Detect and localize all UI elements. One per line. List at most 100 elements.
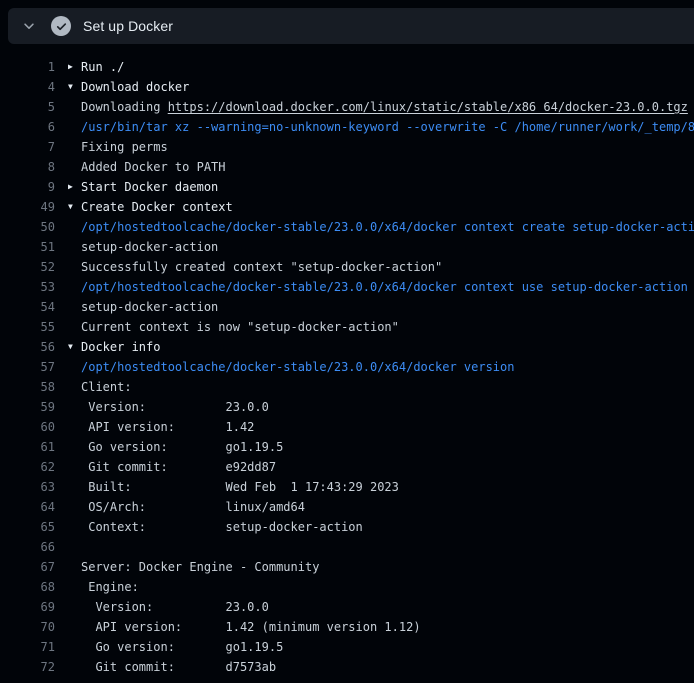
line-text: API version: 1.42 xyxy=(81,420,254,434)
group-arrow-icon: ▶ xyxy=(68,57,81,77)
line-number[interactable]: 66 xyxy=(0,540,55,554)
log-link[interactable]: https://download.docker.com/linux/static… xyxy=(168,100,688,114)
line-number[interactable]: 4 xyxy=(0,80,55,94)
line-text: Version: 23.0.0 xyxy=(81,600,269,614)
line-text: Server: Docker Engine - Community xyxy=(81,560,319,574)
line-body: Version: 23.0.0 xyxy=(68,600,269,614)
line-text: Create Docker context xyxy=(81,200,233,214)
log-line: 51 setup-docker-action xyxy=(0,237,694,257)
log-line: 4 ▼ Download docker xyxy=(0,77,694,97)
group-arrow-icon: ▼ xyxy=(68,337,81,357)
line-number[interactable]: 51 xyxy=(0,240,55,254)
line-body: setup-docker-action xyxy=(68,300,218,314)
line-number[interactable]: 49 xyxy=(0,200,55,214)
line-number[interactable]: 52 xyxy=(0,260,55,274)
line-number[interactable]: 8 xyxy=(0,160,55,174)
log-line: 8 Added Docker to PATH xyxy=(0,157,694,177)
line-number[interactable]: 7 xyxy=(0,140,55,154)
line-body: Version: 23.0.0 xyxy=(68,400,269,414)
log-group-toggle[interactable]: ▼ Docker info xyxy=(68,337,160,357)
group-arrow-icon: ▼ xyxy=(68,197,81,217)
line-number[interactable]: 70 xyxy=(0,620,55,634)
log-line: 56 ▼ Docker info xyxy=(0,337,694,357)
line-number[interactable]: 72 xyxy=(0,660,55,674)
log-line: 7 Fixing perms xyxy=(0,137,694,157)
line-body: OS/Arch: linux/amd64 xyxy=(68,500,305,514)
step-header[interactable]: Set up Docker xyxy=(8,8,694,44)
log-line: 9 ▶ Start Docker daemon xyxy=(0,177,694,197)
log-group-toggle[interactable]: ▶ Start Docker daemon xyxy=(68,177,218,197)
line-text: Git commit: d7573ab xyxy=(81,660,276,674)
line-text: Fixing perms xyxy=(81,140,168,154)
line-body: API version: 1.42 (minimum version 1.12) xyxy=(68,620,421,634)
line-number[interactable]: 9 xyxy=(0,180,55,194)
line-body: Git commit: e92dd87 xyxy=(68,460,276,474)
line-body: Go version: go1.19.5 xyxy=(68,440,283,454)
log-line: 57 /opt/hostedtoolcache/docker-stable/23… xyxy=(0,357,694,377)
line-body: Current context is now "setup-docker-act… xyxy=(68,320,399,334)
log-line: 59 Version: 23.0.0 xyxy=(0,397,694,417)
line-number[interactable]: 57 xyxy=(0,360,55,374)
log-line: 5 Downloading https://download.docker.co… xyxy=(0,97,694,117)
line-number[interactable]: 64 xyxy=(0,500,55,514)
line-text: Added Docker to PATH xyxy=(81,160,226,174)
line-text: Context: setup-docker-action xyxy=(81,520,363,534)
line-number[interactable]: 54 xyxy=(0,300,55,314)
log-line: 67 Server: Docker Engine - Community xyxy=(0,557,694,577)
line-text: Current context is now "setup-docker-act… xyxy=(81,320,399,334)
line-text: OS/Arch: linux/amd64 xyxy=(81,500,305,514)
line-text: Git commit: e92dd87 xyxy=(81,460,276,474)
line-body: Downloading https://download.docker.com/… xyxy=(68,100,688,114)
line-body: /opt/hostedtoolcache/docker-stable/23.0.… xyxy=(68,360,514,374)
line-body: Successfully created context "setup-dock… xyxy=(68,260,442,274)
line-body: Built: Wed Feb 1 17:43:29 2023 xyxy=(68,480,399,494)
group-arrow-icon: ▶ xyxy=(68,177,81,197)
line-body: Fixing perms xyxy=(68,140,168,154)
log-line: 6 /usr/bin/tar xz --warning=no-unknown-k… xyxy=(0,117,694,137)
line-number[interactable]: 55 xyxy=(0,320,55,334)
line-number[interactable]: 69 xyxy=(0,600,55,614)
line-body: Server: Docker Engine - Community xyxy=(68,560,319,574)
line-text: Go version: go1.19.5 xyxy=(81,440,283,454)
log-line: 66 xyxy=(0,537,694,557)
check-circle-icon xyxy=(51,16,71,36)
line-number[interactable]: 6 xyxy=(0,120,55,134)
line-body: /opt/hostedtoolcache/docker-stable/23.0.… xyxy=(68,220,694,234)
log-line: 64 OS/Arch: linux/amd64 xyxy=(0,497,694,517)
line-number[interactable]: 62 xyxy=(0,460,55,474)
log-line: 55 Current context is now "setup-docker-… xyxy=(0,317,694,337)
line-body: /opt/hostedtoolcache/docker-stable/23.0.… xyxy=(68,280,688,294)
line-number[interactable]: 63 xyxy=(0,480,55,494)
log-line: 52 Successfully created context "setup-d… xyxy=(0,257,694,277)
line-text: /usr/bin/tar xz --warning=no-unknown-key… xyxy=(81,120,694,134)
line-number[interactable]: 50 xyxy=(0,220,55,234)
log-line: 70 API version: 1.42 (minimum version 1.… xyxy=(0,617,694,637)
log-line: 1 ▶ Run ./ xyxy=(0,57,694,77)
line-number[interactable]: 1 xyxy=(0,60,55,74)
log-line: 72 Git commit: d7573ab xyxy=(0,657,694,677)
line-number[interactable]: 56 xyxy=(0,340,55,354)
log-group-toggle[interactable]: ▶ Run ./ xyxy=(68,57,124,77)
line-number[interactable]: 68 xyxy=(0,580,55,594)
log-line: 58 Client: xyxy=(0,377,694,397)
line-number[interactable]: 67 xyxy=(0,560,55,574)
line-text: setup-docker-action xyxy=(81,240,218,254)
line-body: API version: 1.42 xyxy=(68,420,254,434)
line-text: Docker info xyxy=(81,340,160,354)
line-number[interactable]: 53 xyxy=(0,280,55,294)
line-number[interactable]: 61 xyxy=(0,440,55,454)
log-line: 53 /opt/hostedtoolcache/docker-stable/23… xyxy=(0,277,694,297)
line-number[interactable]: 65 xyxy=(0,520,55,534)
line-number[interactable]: 5 xyxy=(0,100,55,114)
line-number[interactable]: 58 xyxy=(0,380,55,394)
line-number[interactable]: 60 xyxy=(0,420,55,434)
line-number[interactable]: 71 xyxy=(0,640,55,654)
log-group-toggle[interactable]: ▼ Download docker xyxy=(68,77,189,97)
line-number[interactable]: 59 xyxy=(0,400,55,414)
log-group-toggle[interactable]: ▼ Create Docker context xyxy=(68,197,233,217)
log-line: 65 Context: setup-docker-action xyxy=(0,517,694,537)
log-line: 68 Engine: xyxy=(0,577,694,597)
line-text: Client: xyxy=(81,380,132,394)
line-body: Go version: go1.19.5 xyxy=(68,640,283,654)
chevron-down-icon[interactable] xyxy=(21,18,37,34)
